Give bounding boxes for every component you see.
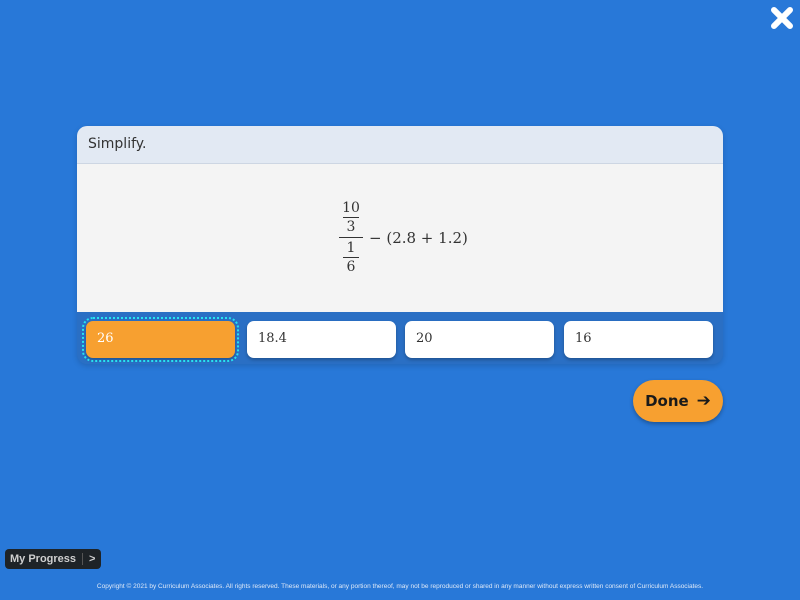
question-body: 10 3 1 6 − (2.8 + 1.2): [77, 164, 723, 312]
answer-choices: 26 18.4 20 16: [77, 312, 723, 364]
main-fraction-bar: [339, 237, 363, 238]
my-progress-button[interactable]: My Progress >: [5, 549, 102, 569]
chevron-right-icon: >: [82, 553, 101, 565]
numerator-fraction: 10 3: [342, 200, 360, 235]
question-card: Simplify. 10 3 1 6 − (2.8 + 1.2) 26 18.4…: [77, 126, 723, 364]
complex-fraction: 10 3 1 6: [339, 200, 363, 275]
math-expression: 10 3 1 6 − (2.8 + 1.2): [339, 200, 468, 275]
fraction-bar: [342, 217, 359, 218]
close-button[interactable]: [768, 4, 796, 32]
denominator-num: 1: [346, 240, 356, 256]
arrow-right-icon: ➔: [696, 391, 711, 411]
close-icon: [771, 7, 793, 29]
answer-choice-2[interactable]: 18.4: [247, 321, 396, 358]
answer-choice-4[interactable]: 16: [564, 321, 713, 358]
answer-choice-3[interactable]: 20: [405, 321, 554, 358]
done-label: Done: [645, 392, 689, 410]
answer-choice-1[interactable]: 26: [82, 317, 239, 362]
numerator-den: 3: [346, 219, 356, 235]
copyright-text: Copyright © 2021 by Curriculum Associate…: [96, 583, 704, 590]
fraction-bar: [343, 257, 359, 258]
expression-rest: − (2.8 + 1.2): [369, 228, 468, 247]
denominator-den: 6: [346, 259, 356, 275]
denominator-fraction: 1 6: [343, 240, 359, 275]
question-prompt: Simplify.: [77, 126, 723, 164]
my-progress-label: My Progress: [10, 553, 77, 565]
numerator-num: 10: [342, 200, 360, 216]
done-button[interactable]: Done ➔: [633, 380, 723, 422]
